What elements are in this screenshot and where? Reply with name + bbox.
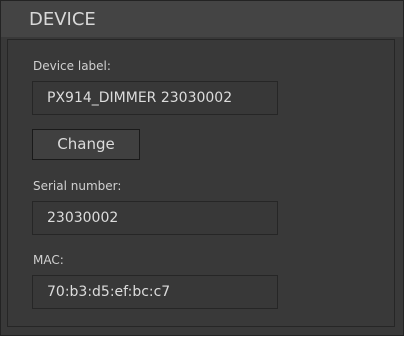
- panel-title: DEVICE: [29, 9, 96, 30]
- panel-header: DEVICE: [1, 1, 403, 37]
- serial-number-field[interactable]: 23030002: [32, 201, 278, 235]
- device-label-caption: Device label:: [33, 59, 111, 73]
- mac-caption: MAC:: [33, 253, 64, 267]
- device-panel: DEVICE Device label: PX914_DIMMER 230300…: [0, 0, 404, 336]
- mac-field[interactable]: 70:b3:d5:ef:bc:c7: [32, 275, 278, 309]
- device-label-field[interactable]: PX914_DIMMER 23030002: [32, 81, 278, 115]
- change-button[interactable]: Change: [32, 129, 140, 160]
- serial-number-caption: Serial number:: [33, 179, 122, 193]
